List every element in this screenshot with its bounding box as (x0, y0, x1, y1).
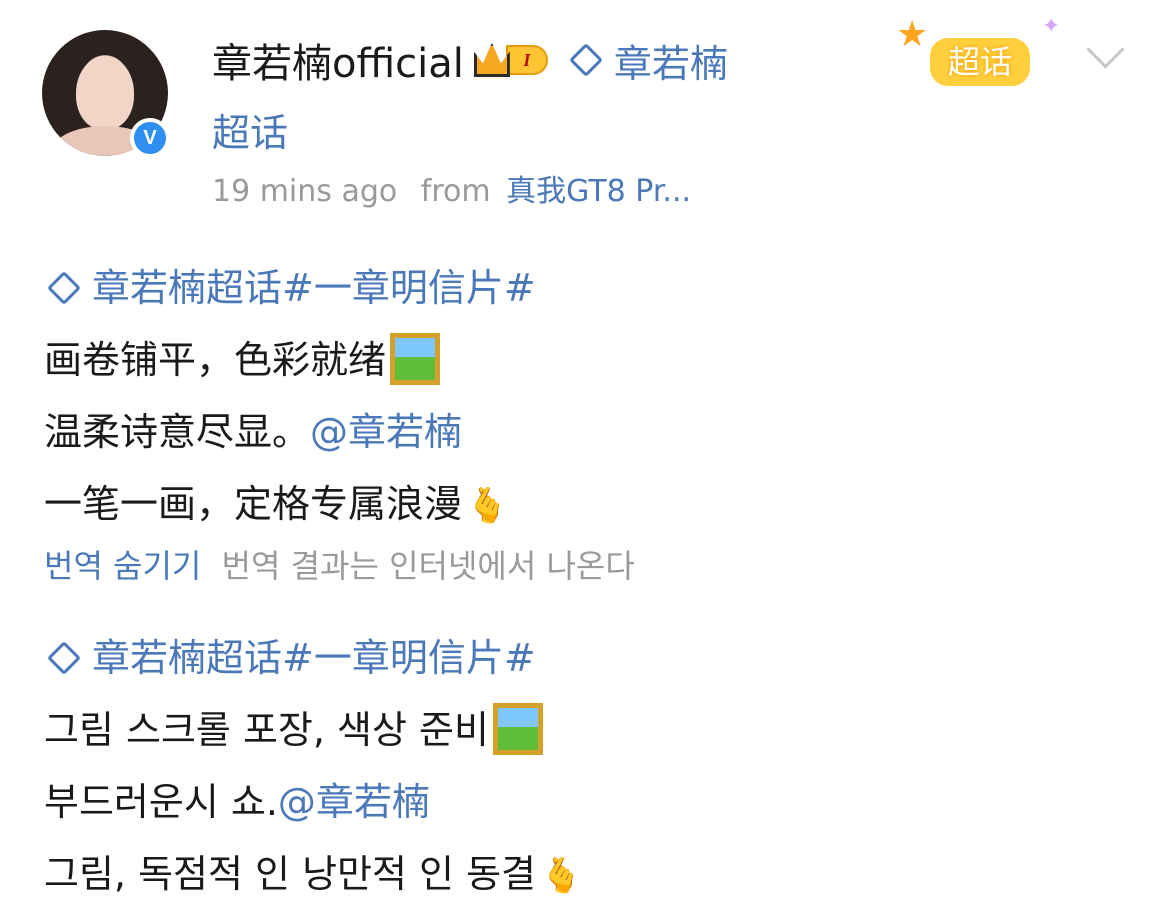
translated-line-2: 부드러운시 쇼.@章若楠 (44, 766, 1144, 838)
post-time: 19 mins ago (212, 174, 398, 209)
avatar-face (76, 56, 134, 130)
post-line-3-text: 一笔一画，定格专属浪漫 (44, 482, 463, 526)
translated-topic-link[interactable]: 章若楠超话#一章明信片# (44, 622, 1144, 694)
verified-icon: V (130, 118, 170, 158)
sparkle-icon: ✦ (1042, 14, 1061, 39)
name-line: 章若楠official I 章若楠 (212, 31, 728, 89)
supertopic-badge[interactable]: ★ 超话 ✦ (896, 14, 1072, 96)
translated-mention-link[interactable]: @章若楠 (278, 780, 430, 824)
hide-translation-button[interactable]: 번역 숨기기 (44, 547, 201, 585)
level-badge: I (505, 45, 548, 75)
diamond-icon (47, 271, 81, 305)
crown-icon (473, 43, 510, 77)
username[interactable]: 章若楠official (212, 31, 464, 89)
diamond-icon (47, 641, 81, 675)
translated-line-3-text: 그림, 독점적 인 낭만적 인 동결 (44, 852, 536, 896)
member-badge[interactable]: I (473, 43, 548, 77)
translated-line-2-text: 부드러운시 쇼. (44, 780, 278, 824)
post-line-1: 画卷铺平，色彩就绪 (44, 324, 1144, 396)
post-meta: 19 mins ago from 真我GT8 Pr... (212, 166, 691, 210)
supertopic-name: 章若楠 (613, 41, 728, 86)
star-icon: ★ (896, 14, 929, 55)
post-original: 章若楠超话#一章明信片# 画卷铺平，色彩就绪 温柔诗意尽显。@章若楠 一笔一画，… (44, 252, 1144, 540)
translation-bar: 번역 숨기기 번역 결과는 인터넷에서 나온다 (44, 542, 1144, 590)
post-translated: 章若楠超话#一章明信片# 그림 스크롤 포장, 색상 준비 부드러운시 쇼.@章… (44, 622, 1144, 910)
supertopic-suffix[interactable]: 超话 (212, 102, 288, 157)
topic-link[interactable]: 章若楠超话#一章明信片# (44, 252, 1144, 324)
post-line-2-text: 温柔诗意尽显。 (44, 410, 311, 454)
mention-link[interactable]: @章若楠 (310, 410, 462, 454)
topic-text: 章若楠超话#一章明信片# (92, 266, 536, 310)
finger-heart-emoji-icon: 🫰 (466, 486, 509, 526)
framed-picture-emoji-icon (390, 333, 441, 385)
supertopic-link[interactable]: 章若楠 (566, 33, 728, 88)
translated-topic-text: 章若楠超话#一章明信片# (92, 636, 536, 680)
translation-note: 번역 결과는 인터넷에서 나온다 (221, 547, 635, 585)
translated-line-1-text: 그림 스크롤 포장, 색상 준비 (44, 708, 489, 752)
finger-heart-emoji-icon: 🫰 (540, 856, 583, 896)
post-line-2: 温柔诗意尽显。@章若楠 (44, 396, 1144, 468)
from-label: from (420, 174, 491, 209)
translated-line-1: 그림 스크롤 포장, 색상 준비 (44, 694, 1144, 766)
diamond-icon (568, 43, 603, 77)
supertopic-badge-label: 超话 (930, 38, 1030, 86)
post-line-3: 一笔一画，定格专属浪漫 🫰 (44, 468, 1144, 540)
framed-picture-emoji-icon (492, 703, 543, 755)
post-line-1-text: 画卷铺平，色彩就绪 (44, 338, 387, 382)
device-name[interactable]: 真我GT8 Pr... (506, 174, 691, 209)
translated-line-3: 그림, 독점적 인 낭만적 인 동결 🫰 (44, 838, 1144, 910)
chevron-down-icon[interactable] (1086, 30, 1125, 69)
